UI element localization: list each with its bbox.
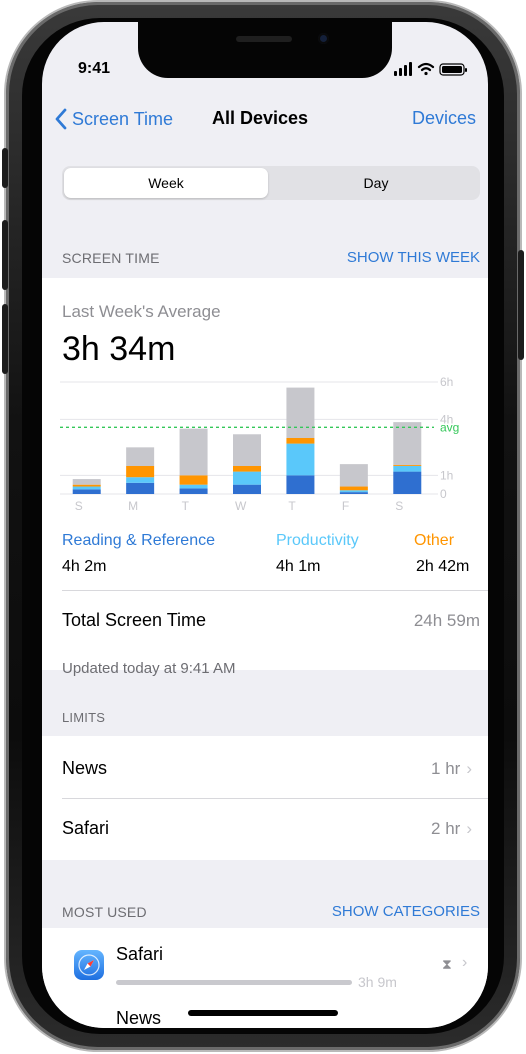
wifi-icon xyxy=(417,62,435,76)
most-used-header: MOST USED xyxy=(62,904,147,920)
compass-icon xyxy=(78,954,100,976)
bar-segment xyxy=(126,482,155,494)
bar-segment xyxy=(233,466,261,472)
bar-segment xyxy=(339,464,368,487)
bar-segment xyxy=(393,471,422,494)
hourglass-icon: ⧗ xyxy=(442,956,452,972)
bar-segment xyxy=(393,422,422,466)
divider xyxy=(62,590,488,591)
category-name-other: Other xyxy=(414,532,455,549)
chevron-right-icon[interactable]: › xyxy=(462,954,467,972)
bar-segment xyxy=(72,486,101,490)
volume-down-button xyxy=(2,304,8,374)
limit-safari-label[interactable]: Safari xyxy=(62,818,109,839)
power-button xyxy=(518,250,524,360)
show-this-week-link[interactable]: SHOW THIS WEEK xyxy=(347,249,480,266)
mute-switch xyxy=(2,148,8,188)
segment-week[interactable]: Week xyxy=(64,168,268,198)
limits-header: LIMITS xyxy=(62,710,106,725)
page-title: All Devices xyxy=(212,108,309,128)
bar-segment xyxy=(339,492,368,494)
x-tick-label: T xyxy=(182,499,190,513)
most-used-news-name[interactable]: News xyxy=(116,1008,161,1028)
usage-bar xyxy=(116,980,352,985)
bar-segment xyxy=(233,484,261,494)
bar-segment xyxy=(126,477,155,483)
screen-time-header: SCREEN TIME xyxy=(62,250,160,266)
volume-up-button xyxy=(2,220,8,290)
segment-day[interactable]: Day xyxy=(274,168,478,198)
limit-safari-value[interactable]: 2 hr › xyxy=(431,819,472,839)
battery-icon xyxy=(439,63,467,76)
back-label: Screen Time xyxy=(72,108,174,129)
x-tick-label: F xyxy=(342,499,349,513)
total-screen-time-label: Total Screen Time xyxy=(62,610,207,630)
chevron-right-icon: › xyxy=(466,819,472,838)
x-tick-label: M xyxy=(128,499,138,513)
category-name-reading: Reading & Reference xyxy=(62,532,215,549)
bar-segment xyxy=(339,486,368,491)
x-tick-label: S xyxy=(395,499,403,513)
bar-segment xyxy=(286,387,315,438)
notch xyxy=(138,22,392,78)
signal-icon xyxy=(394,62,412,76)
most-used-safari-value: 3h 9m xyxy=(358,974,397,990)
bar-segment xyxy=(179,488,208,494)
chevron-left-icon xyxy=(55,108,67,130)
bar-segment xyxy=(126,447,155,466)
average-label: avg xyxy=(440,420,459,434)
status-time: 9:41 xyxy=(78,60,111,77)
category-value-other: 2h 42m xyxy=(416,558,470,575)
category-value-reading: 4h 2m xyxy=(62,558,107,575)
status-icons xyxy=(394,62,467,76)
category-value-productivity: 4h 1m xyxy=(276,558,321,575)
bar-segment xyxy=(179,428,208,476)
bar-segment xyxy=(72,479,101,485)
bar-segment xyxy=(286,475,315,494)
updated-text: Updated today at 9:41 AM xyxy=(62,660,236,677)
average-value: 3h 34m xyxy=(62,330,176,368)
phone-screen: 9:41 Screen Time All Devices Devices Wee… xyxy=(42,22,488,1028)
bar-segment xyxy=(393,465,422,466)
chevron-right-icon: › xyxy=(466,759,472,778)
bar-segment xyxy=(233,434,261,466)
category-name-productivity: Productivity xyxy=(276,532,359,549)
bar-segment xyxy=(286,443,315,476)
front-camera xyxy=(318,33,329,44)
show-categories-link[interactable]: SHOW CATEGORIES xyxy=(332,903,480,920)
average-label: Last Week's Average xyxy=(62,302,221,321)
bar-segment xyxy=(126,466,155,478)
y-tick-label: 1h xyxy=(440,468,453,482)
home-indicator[interactable] xyxy=(188,1010,338,1016)
bar-segment xyxy=(179,484,208,489)
limit-news-value[interactable]: 1 hr › xyxy=(431,759,472,779)
period-segmented-control: Week Day xyxy=(62,166,480,200)
bar-segment xyxy=(233,471,261,485)
y-tick-label: 0 xyxy=(440,487,447,501)
total-screen-time-value: 24h 59m xyxy=(413,611,480,630)
bar-segment xyxy=(179,475,208,485)
weekly-usage-chart: S M T W T F S6h4havg1h0 xyxy=(60,375,459,513)
safari-icon xyxy=(74,950,104,980)
most-used-safari-name[interactable]: Safari xyxy=(116,944,163,965)
bar-segment xyxy=(339,490,368,493)
divider xyxy=(62,798,488,799)
y-tick-label: 6h xyxy=(440,375,453,389)
x-tick-label: W xyxy=(235,499,247,513)
x-tick-label: T xyxy=(288,499,296,513)
bar-segment xyxy=(286,438,315,444)
bar-segment xyxy=(393,466,422,472)
limit-news-label[interactable]: News xyxy=(62,758,107,779)
bar-segment xyxy=(72,484,101,487)
speaker-grille xyxy=(236,36,292,42)
devices-button[interactable]: Devices xyxy=(412,108,476,129)
x-tick-label: S xyxy=(75,499,83,513)
bar-segment xyxy=(72,489,101,494)
navigation-bar: Screen Time All Devices Devices xyxy=(42,94,488,142)
back-button[interactable]: Screen Time xyxy=(54,107,173,131)
